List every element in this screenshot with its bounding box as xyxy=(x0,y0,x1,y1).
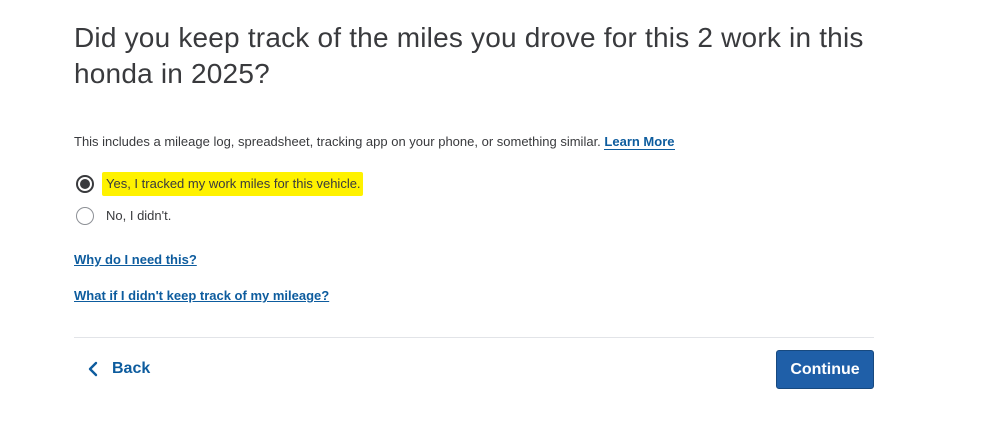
back-label: Back xyxy=(112,360,151,377)
helper-text-row: This includes a mileage log, spreadsheet… xyxy=(74,134,675,150)
chevron-left-icon xyxy=(88,361,98,377)
learn-more-link[interactable]: Learn More xyxy=(604,134,675,150)
why-need-this-link[interactable]: Why do I need this? xyxy=(74,252,197,268)
helper-text: This includes a mileage log, spreadsheet… xyxy=(74,134,601,149)
mileage-tracking-page: Did you keep track of the miles you drov… xyxy=(0,0,999,439)
radio-label-no[interactable]: No, I didn't. xyxy=(106,207,171,225)
divider xyxy=(74,337,874,338)
radio-option-yes[interactable]: Yes, I tracked my work miles for this ve… xyxy=(76,172,363,196)
radio-button-yes[interactable] xyxy=(76,175,94,193)
what-if-no-tracking-link[interactable]: What if I didn't keep track of my mileag… xyxy=(74,288,329,304)
radio-option-no[interactable]: No, I didn't. xyxy=(76,207,171,225)
radio-button-no[interactable] xyxy=(76,207,94,225)
back-button[interactable]: Back xyxy=(88,357,150,381)
continue-button[interactable]: Continue xyxy=(776,350,874,389)
radio-label-yes[interactable]: Yes, I tracked my work miles for this ve… xyxy=(102,172,363,196)
page-title: Did you keep track of the miles you drov… xyxy=(74,22,864,89)
